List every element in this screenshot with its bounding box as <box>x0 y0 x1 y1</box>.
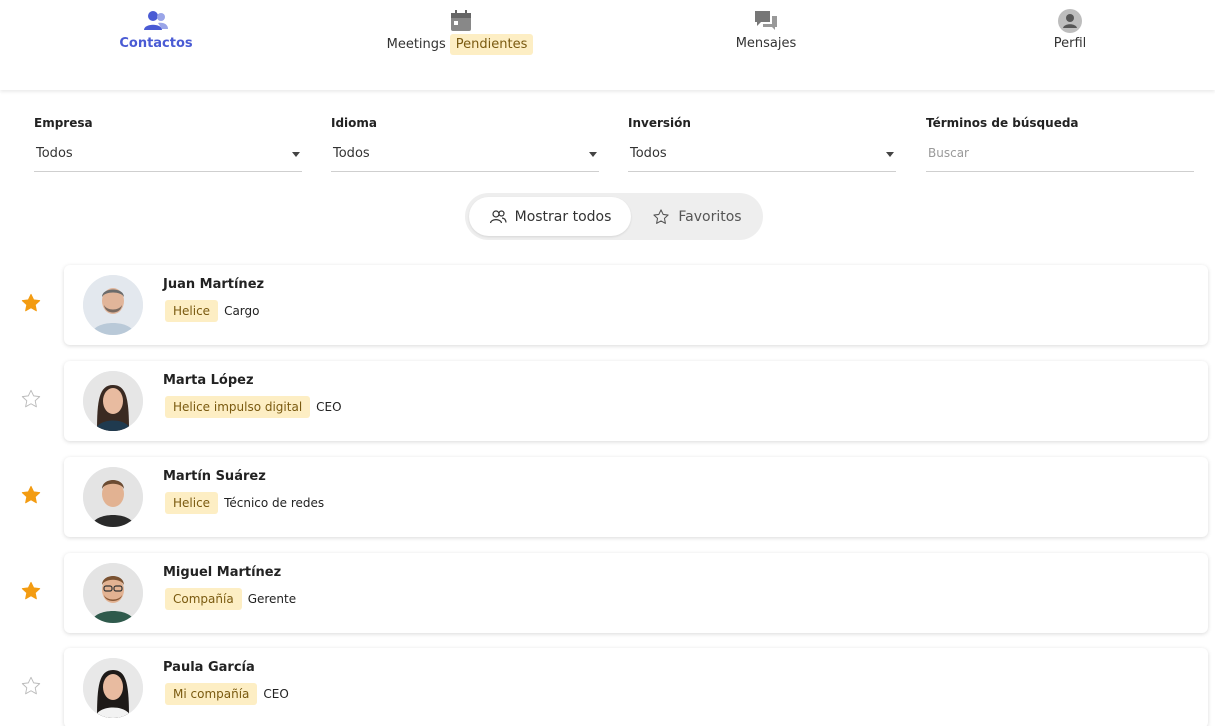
contact-meta: Helice Cargo <box>165 300 259 322</box>
show-all-label: Mostrar todos <box>514 208 612 225</box>
contacts-icon <box>144 11 168 30</box>
filter-busqueda-label: Términos de búsqueda <box>926 116 1079 130</box>
company-tag: Mi compañía <box>165 683 258 705</box>
nav-mensajes-label: Mensajes <box>735 36 797 51</box>
favorites-button[interactable]: Favoritos <box>635 197 759 236</box>
avatar <box>83 658 143 718</box>
contact-card[interactable]: Marta López Helice impulso digital CEO <box>64 361 1208 441</box>
filter-empresa-label: Empresa <box>34 116 93 130</box>
chevron-down-icon <box>589 152 597 157</box>
nav-meetings[interactable]: Meetings Pendientes <box>360 8 560 55</box>
contact-role: Técnico de redes <box>224 496 325 510</box>
search-field[interactable] <box>926 142 1194 172</box>
profile-icon <box>1058 9 1082 33</box>
company-tag: Helice <box>165 492 219 514</box>
nav-perfil[interactable]: Perfil <box>970 8 1170 51</box>
contact-role: Gerente <box>247 592 297 606</box>
favorite-star-icon[interactable] <box>20 484 42 506</box>
contact-name: Miguel Martínez <box>163 565 282 580</box>
nav-meetings-label: Meetings <box>386 37 446 52</box>
avatar <box>83 467 143 527</box>
contact-meta: Compañía Gerente <box>165 588 296 610</box>
messages-icon <box>755 11 777 30</box>
company-tag: Helice <box>165 300 219 322</box>
contact-name: Paula García <box>163 660 255 675</box>
contact-role: Cargo <box>224 304 260 318</box>
contact-card[interactable]: Martín Suárez Helice Técnico de redes <box>64 457 1208 537</box>
filter-inversion: Inversión Todos <box>628 116 896 172</box>
filter-inversion-label: Inversión <box>628 116 691 130</box>
chevron-down-icon <box>292 152 300 157</box>
favorite-star-icon[interactable] <box>20 580 42 602</box>
avatar <box>83 275 143 335</box>
calendar-icon <box>451 10 471 31</box>
favorite-star-icon[interactable] <box>20 388 42 410</box>
nav-contactos-label: Contactos <box>119 36 193 51</box>
show-all-button[interactable]: Mostrar todos <box>469 197 631 236</box>
star-outline-icon <box>653 208 670 224</box>
people-icon <box>489 209 507 223</box>
pending-badge[interactable]: Pendientes <box>449 34 534 55</box>
idioma-value: Todos <box>333 146 370 161</box>
nav-perfil-label: Perfil <box>1053 36 1087 51</box>
filter-empresa: Empresa Todos <box>34 116 302 172</box>
inversion-value: Todos <box>630 146 667 161</box>
idioma-select[interactable]: Todos <box>331 142 599 172</box>
inversion-select[interactable]: Todos <box>628 142 896 172</box>
search-input[interactable] <box>928 146 1192 160</box>
filter-idioma-label: Idioma <box>331 116 378 130</box>
nav-contactos[interactable]: Contactos <box>56 8 256 51</box>
contact-role: CEO <box>263 687 289 701</box>
favorite-star-icon[interactable] <box>20 675 42 697</box>
avatar <box>83 371 143 431</box>
filter-busqueda: Términos de búsqueda <box>926 116 1194 172</box>
company-tag: Helice impulso digital <box>165 396 311 418</box>
company-tag: Compañía <box>165 588 242 610</box>
filter-idioma: Idioma Todos <box>331 116 599 172</box>
contact-card[interactable]: Paula García Mi compañía CEO <box>64 648 1208 726</box>
top-navigation: Contactos Meetings Pendientes Mensajes Pe… <box>0 0 1215 90</box>
empresa-value: Todos <box>36 146 73 161</box>
contact-name: Martín Suárez <box>163 469 266 484</box>
contact-name: Juan Martínez <box>163 277 265 292</box>
contact-card[interactable]: Miguel Martínez Compañía Gerente <box>64 553 1208 633</box>
contact-name: Marta López <box>163 373 254 388</box>
nav-mensajes[interactable]: Mensajes <box>666 8 866 51</box>
contact-meta: Helice Técnico de redes <box>165 492 324 514</box>
contact-card[interactable]: Juan Martínez Helice Cargo <box>64 265 1208 345</box>
view-toggle: Mostrar todos Favoritos <box>465 193 763 240</box>
empresa-select[interactable]: Todos <box>34 142 302 172</box>
chevron-down-icon <box>886 152 894 157</box>
contact-role: CEO <box>316 400 342 414</box>
favorites-label: Favoritos <box>678 208 742 225</box>
contact-meta: Mi compañía CEO <box>165 683 289 705</box>
contact-meta: Helice impulso digital CEO <box>165 396 342 418</box>
avatar <box>83 563 143 623</box>
favorite-star-icon[interactable] <box>20 292 42 314</box>
